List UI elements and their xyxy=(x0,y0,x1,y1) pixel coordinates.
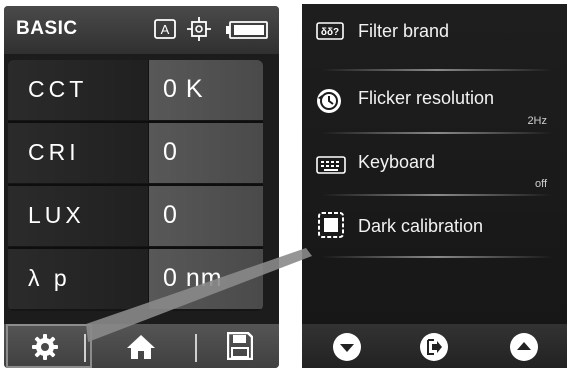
auto-badge-text: A xyxy=(161,22,170,37)
home-icon[interactable] xyxy=(126,334,156,365)
row-label-cell: CRI xyxy=(8,123,149,183)
menu-item-keyboard[interactable]: Keyboard off xyxy=(302,138,567,198)
menu-divider xyxy=(322,69,552,71)
keyboard-icon xyxy=(316,156,346,179)
row-label-cell: λ p xyxy=(8,249,149,309)
row-value-cell: 0 K xyxy=(149,60,263,120)
table-row: CCT 0 K xyxy=(8,60,263,120)
row-label-cell: LUX xyxy=(8,186,149,246)
table-row: λ p 0 nm xyxy=(8,249,263,309)
table-row: CRI 0 xyxy=(8,123,263,183)
target-crosshair-icon xyxy=(187,17,211,46)
row-label: λ p xyxy=(28,265,71,291)
menu-item-flicker-resolution[interactable]: Flicker resolution 2Hz xyxy=(302,74,567,134)
auto-mode-icon: A xyxy=(154,19,176,44)
menu-item-value: off xyxy=(534,178,547,190)
screen-header: BASIC A xyxy=(4,6,279,54)
settings-button[interactable] xyxy=(6,324,92,368)
row-value: 0 xyxy=(163,138,178,166)
save-icon[interactable] xyxy=(226,331,254,365)
dark-calibration-icon xyxy=(318,212,344,243)
row-label: CCT xyxy=(28,76,88,102)
exit-icon[interactable] xyxy=(419,332,449,362)
menu-item-value: 2Hz xyxy=(527,115,547,127)
row-value-cell: 0 xyxy=(149,186,263,246)
settings-menu-screen: δδ? Filter brand Flicker resolution 2Hz xyxy=(302,4,567,368)
filter-brand-icon: δδ? xyxy=(316,22,344,45)
toolbar-divider xyxy=(84,334,86,362)
row-value: 0 xyxy=(163,201,178,229)
menu-item-filter-brand[interactable]: δδ? Filter brand xyxy=(302,4,567,64)
filter-icon-text: δδ? xyxy=(321,27,339,38)
gear-icon xyxy=(32,334,58,365)
row-value: 0 K xyxy=(163,75,204,103)
table-row: LUX 0 xyxy=(8,186,263,246)
toolbar-divider xyxy=(195,334,197,362)
row-value: 0 nm xyxy=(163,264,223,292)
menu-item-dark-calibration[interactable]: Dark calibration xyxy=(302,200,567,260)
measurement-table: CCT 0 K CRI 0 LUX 0 λ p 0 nm xyxy=(8,60,263,311)
menu-item-label: Flicker resolution xyxy=(358,88,495,108)
basic-measurement-screen: BASIC A CCT 0 K CRI 0 LUX 0 λ p 0 nm xyxy=(4,6,279,368)
menu-item-label: Filter brand xyxy=(358,21,450,41)
clock-history-icon xyxy=(316,88,342,119)
menu-divider xyxy=(322,256,552,258)
row-label: LUX xyxy=(28,202,85,228)
row-label: CRI xyxy=(28,139,80,165)
row-value-cell: 0 nm xyxy=(149,249,263,309)
down-arrow-icon[interactable] xyxy=(332,332,362,362)
menu-item-label: Keyboard xyxy=(358,152,436,172)
up-arrow-icon[interactable] xyxy=(509,332,539,362)
row-label-cell: CCT xyxy=(8,60,149,120)
menu-divider xyxy=(322,132,552,134)
navigation-toolbar xyxy=(302,324,567,368)
row-value-cell: 0 xyxy=(149,123,263,183)
menu-item-label: Dark calibration xyxy=(358,216,484,236)
battery-icon xyxy=(226,21,268,44)
bottom-toolbar xyxy=(4,324,279,368)
screen-title: BASIC xyxy=(16,18,78,39)
menu-divider xyxy=(322,194,552,196)
